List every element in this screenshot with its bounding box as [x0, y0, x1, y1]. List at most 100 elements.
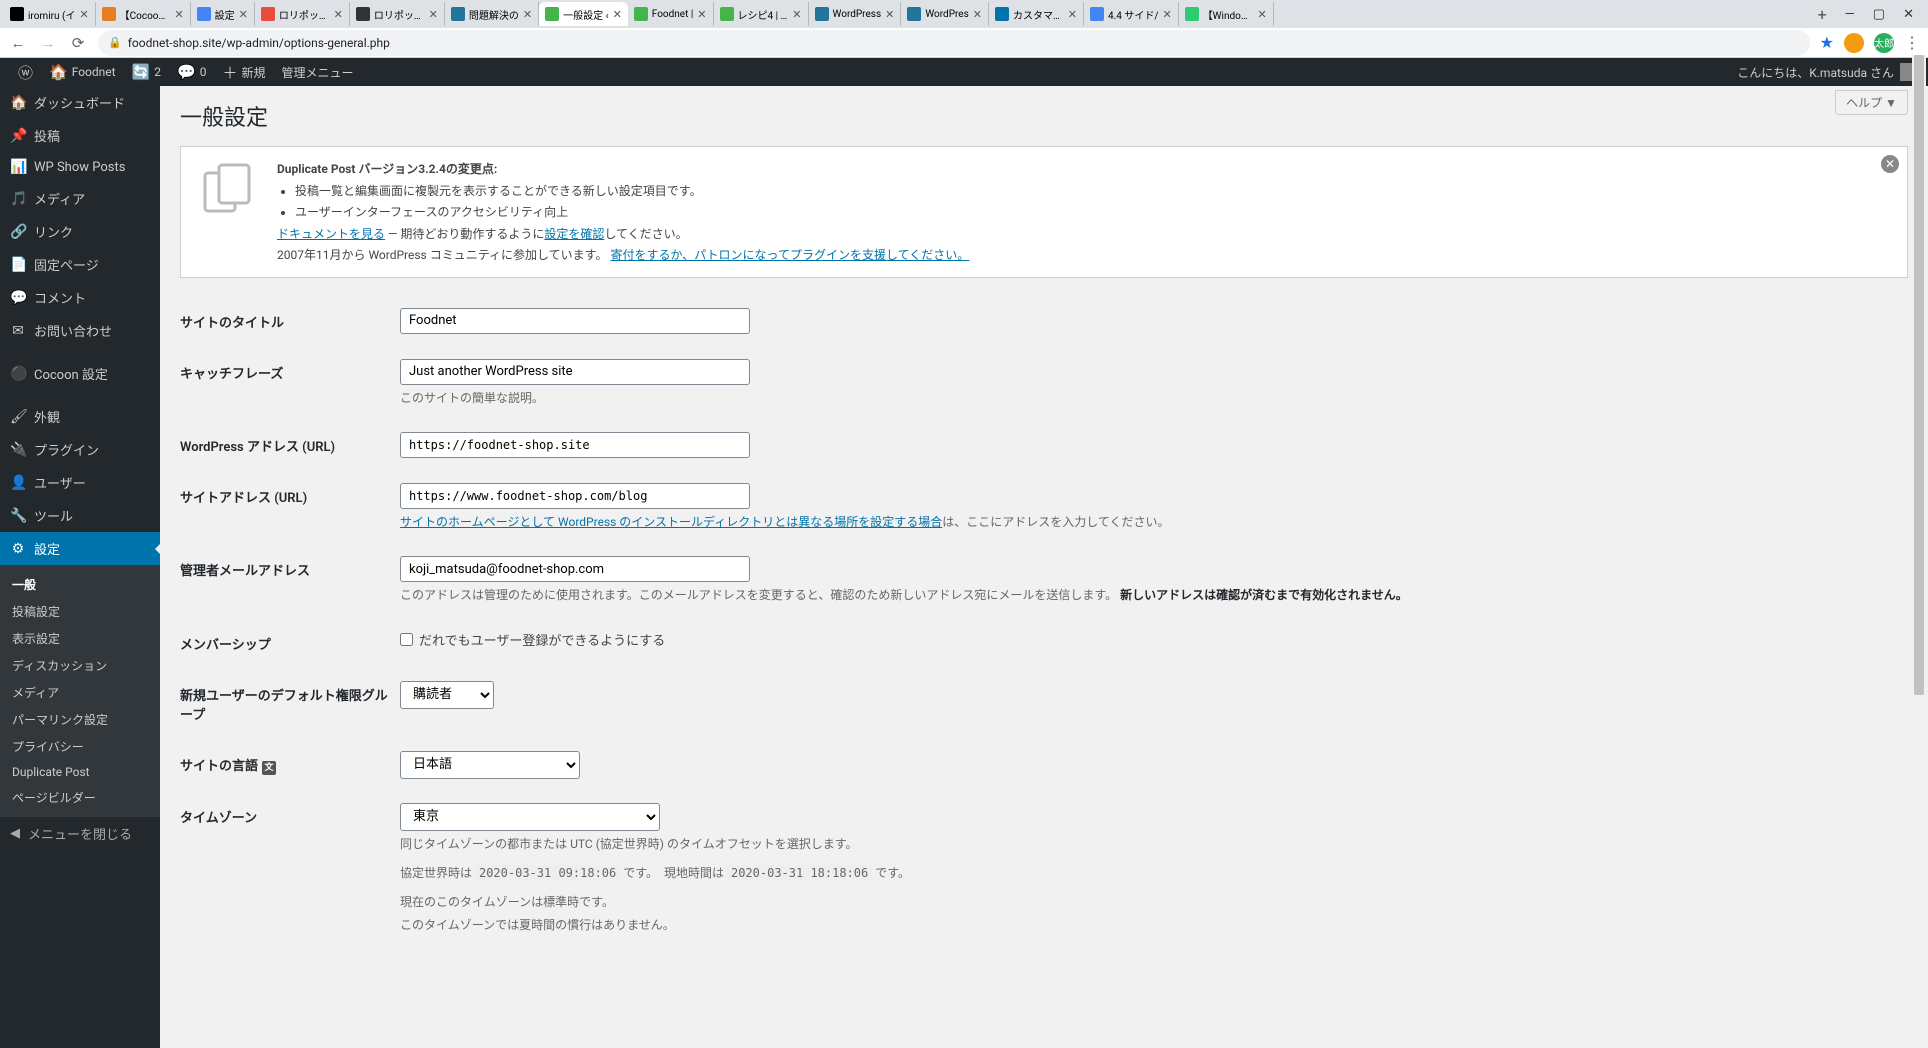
new-content[interactable]: ＋新規 [214, 62, 273, 83]
sidebar-item[interactable]: 📊WP Show Posts [0, 152, 160, 182]
menu-icon: ⚫ [10, 366, 26, 382]
site-url-help-link[interactable]: サイトのホームページとして WordPress のインストールディレクトリとは異… [400, 515, 942, 529]
sidebar-item[interactable]: 🔧ツール [0, 499, 160, 532]
browser-tab[interactable]: 設定✕ [191, 2, 255, 26]
browser-tab[interactable]: レシピ4 | Fo✕ [714, 2, 809, 26]
browser-tab[interactable]: WordPress✕ [809, 2, 902, 26]
notice-dismiss-button[interactable]: ✕ [1881, 155, 1899, 173]
tab-close-icon[interactable]: ✕ [239, 8, 248, 21]
submenu-item[interactable]: プライバシー [0, 733, 160, 760]
sidebar-item[interactable]: 💬コメント [0, 281, 160, 314]
sidebar-item[interactable]: ⚙設定 [0, 532, 160, 565]
notice-settings-link[interactable]: 設定を確認 [544, 227, 604, 241]
menu-icon[interactable]: ⋮ [1904, 33, 1920, 52]
submenu-item[interactable]: ディスカッション [0, 652, 160, 679]
tab-label: レシピ4 | Fo [738, 7, 789, 22]
tab-label: ロリポップ！ [279, 7, 330, 22]
vertical-scrollbar[interactable] [1912, 55, 1926, 1048]
site-link[interactable]: 🏠Foodnet [41, 63, 124, 81]
tab-close-icon[interactable]: ✕ [429, 8, 438, 21]
admin-email-input[interactable] [400, 556, 750, 582]
menu-label: お問い合わせ [34, 321, 112, 340]
tab-close-icon[interactable]: ✕ [1257, 8, 1266, 21]
site-url-input[interactable] [400, 483, 750, 509]
close-button[interactable]: ✕ [1903, 7, 1914, 22]
browser-tab[interactable]: 一般設定 ‹✕ [539, 2, 628, 26]
browser-tab[interactable]: iromiru (イ✕ [4, 2, 96, 26]
tab-close-icon[interactable]: ✕ [174, 8, 183, 21]
submenu-item[interactable]: メディア [0, 679, 160, 706]
submenu-item[interactable]: パーマリンク設定 [0, 706, 160, 733]
minimize-button[interactable]: — [1845, 7, 1855, 22]
submenu-item[interactable]: Duplicate Post [0, 760, 160, 784]
lock-icon: 🔒 [108, 36, 122, 49]
browser-tab[interactable]: ロリポップ！ ✕ [255, 2, 350, 26]
sidebar-item[interactable]: 👤ユーザー [0, 466, 160, 499]
sidebar-item[interactable]: 🏠ダッシュボード [0, 86, 160, 119]
scrollbar-thumb[interactable] [1914, 55, 1924, 695]
site-title-input[interactable] [400, 308, 750, 334]
membership-checkbox[interactable] [400, 633, 413, 646]
tab-close-icon[interactable]: ✕ [885, 8, 894, 21]
wp-url-input[interactable] [400, 432, 750, 458]
tab-close-icon[interactable]: ✕ [334, 8, 343, 21]
browser-tab[interactable]: 【Cocoon】✕ [96, 2, 191, 26]
sidebar-item[interactable]: 🔌プラグイン [0, 433, 160, 466]
tab-close-icon[interactable]: ✕ [973, 8, 982, 21]
submenu-item[interactable]: ページビルダー [0, 784, 160, 811]
submenu-item[interactable]: 表示設定 [0, 625, 160, 652]
site-lang-label: サイトの言語文 [180, 739, 400, 791]
url-field[interactable]: 🔒 foodnet-shop.site/wp-admin/options-gen… [98, 30, 1810, 56]
wp-admin-bar: ⓦ 🏠Foodnet 🔄2 💬0 ＋新規 管理メニュー こんにちは、K.mats… [0, 58, 1928, 86]
collapse-menu[interactable]: ◀ メニューを閉じる [0, 817, 160, 850]
sidebar-item[interactable]: ⚫Cocoon 設定 [0, 357, 160, 390]
tab-close-icon[interactable]: ✕ [613, 8, 622, 21]
submenu-item[interactable]: 一般 [0, 571, 160, 598]
sidebar-item[interactable]: 🎵メディア [0, 182, 160, 215]
sidebar-item[interactable]: 🖌外観 [0, 400, 160, 433]
site-lang-select[interactable]: 日本語 [400, 751, 580, 779]
new-tab-button[interactable]: + [1810, 5, 1835, 24]
tab-close-icon[interactable]: ✕ [79, 8, 88, 21]
notice-donate-link[interactable]: 寄付をするか、パトロンになってプラグインを支援してください。 [610, 248, 969, 262]
tagline-input[interactable] [400, 359, 750, 385]
tab-close-icon[interactable]: ✕ [523, 8, 532, 21]
sidebar-item[interactable]: 📌投稿 [0, 119, 160, 152]
browser-tab[interactable]: Foodnet | ✕ [628, 2, 714, 26]
tab-label: WordPres [925, 9, 968, 20]
updates-link[interactable]: 🔄2 [124, 63, 169, 81]
browser-tab[interactable]: カスタマイズ✕ [989, 2, 1084, 26]
sidebar-item[interactable]: ✉お問い合わせ [0, 314, 160, 347]
profile-avatar-2[interactable]: 太郎 [1874, 33, 1894, 53]
submenu-item[interactable]: 投稿設定 [0, 598, 160, 625]
favicon [907, 7, 921, 21]
membership-label: メンバーシップ [180, 618, 400, 669]
tab-close-icon[interactable]: ✕ [792, 8, 801, 21]
maximize-button[interactable]: ▢ [1873, 7, 1885, 22]
browser-tab[interactable]: 【Windows✕ [1179, 2, 1274, 26]
tab-close-icon[interactable]: ✕ [1162, 8, 1171, 21]
profile-avatar-1[interactable] [1844, 33, 1864, 53]
default-role-select[interactable]: 購読者 [400, 681, 494, 709]
browser-tab[interactable]: 4.4 サイド/✕ [1084, 2, 1179, 26]
back-button[interactable]: ← [8, 33, 28, 53]
comments-link[interactable]: 💬0 [169, 63, 214, 81]
membership-checkbox-label[interactable]: だれでもユーザー登録ができるようにする [400, 630, 1908, 649]
browser-tab[interactable]: 問題解決の✕ [445, 2, 539, 26]
bookmark-star-icon[interactable]: ★ [1820, 33, 1834, 52]
notice-docs-link[interactable]: ドキュメントを見る [277, 227, 385, 241]
sidebar-item[interactable]: 📄固定ページ [0, 248, 160, 281]
manage-menu[interactable]: 管理メニュー [274, 64, 362, 81]
timezone-select[interactable]: 東京 [400, 803, 660, 831]
reload-button[interactable]: ⟳ [68, 33, 88, 53]
help-tab[interactable]: ヘルプ ▼ [1835, 90, 1908, 115]
sidebar-item[interactable]: 🔗リンク [0, 215, 160, 248]
greeting[interactable]: こんにちは、K.matsuda さん [1737, 64, 1894, 81]
tab-close-icon[interactable]: ✕ [1068, 8, 1077, 21]
tab-close-icon[interactable]: ✕ [697, 8, 706, 21]
admin-sidebar: 🏠ダッシュボード📌投稿📊WP Show Posts🎵メディア🔗リンク📄固定ページ… [0, 86, 160, 1048]
browser-tab[interactable]: ロリポップ！✕ [350, 2, 445, 26]
browser-tab[interactable]: WordPres ✕ [901, 2, 989, 26]
wp-logo[interactable]: ⓦ [10, 62, 41, 83]
forward-button[interactable]: → [38, 33, 58, 53]
